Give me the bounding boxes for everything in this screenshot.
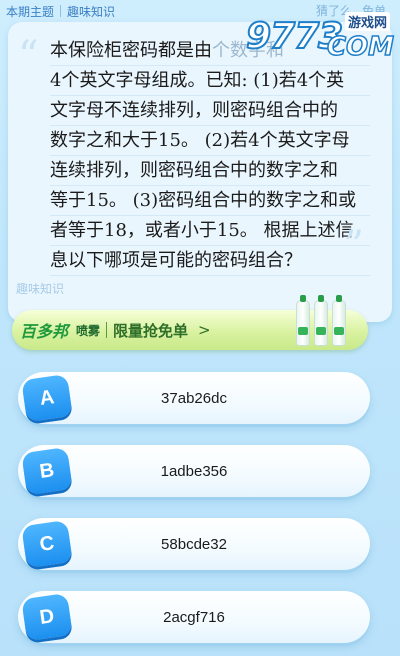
- watermark-site-name: 游戏网: [344, 12, 390, 31]
- option-b-text: 1adbe356: [160, 462, 228, 480]
- question-line: 者等于18，或者小于15。 根据上述信: [50, 216, 370, 246]
- question-line: 数字之和大于15。 (2)若4个英文字母: [50, 126, 370, 156]
- site-watermark-logo: 9773 游戏网 COM: [244, 10, 395, 64]
- option-b-badge: B: [21, 447, 73, 495]
- question-card: “ 本保险柜密码都是由个数字和 4个英文字母组成。已知: (1)若4个英 文字母…: [8, 22, 392, 322]
- card-footer-label: 趣味知识: [16, 282, 65, 296]
- option-c-badge: C: [21, 520, 73, 568]
- question-line: 4个英文字母组成。已知: (1)若4个英: [50, 66, 370, 96]
- bottle-icon: [332, 295, 346, 346]
- question-text: 本保险柜密码都是由个数字和 4个英文字母组成。已知: (1)若4个英 文字母不连…: [50, 36, 370, 276]
- ad-product-image: [296, 295, 346, 346]
- question-line: 文字母不连续排列，则密码组合中的: [50, 96, 370, 126]
- option-c-button[interactable]: C 58bcde32: [18, 518, 370, 570]
- bottle-icon: [296, 295, 310, 346]
- chevron-right-icon: >: [198, 321, 211, 339]
- ad-divider: [106, 322, 108, 338]
- watermark-com: COM: [326, 31, 395, 63]
- option-d-text: 2acgf716: [163, 608, 225, 626]
- open-quote-icon: “: [18, 33, 39, 79]
- ad-cta-text: 限量抢免单: [113, 321, 189, 340]
- option-a-badge: A: [21, 374, 73, 422]
- option-d-button[interactable]: D 2acgf716: [18, 591, 370, 643]
- close-quote-icon: ”: [343, 223, 364, 269]
- tab-current-theme[interactable]: 本期主题: [0, 3, 60, 20]
- ad-product-tag: 喷雾: [76, 323, 101, 338]
- ad-brand-logo: 百多邦: [20, 322, 69, 341]
- option-a-text: 37ab26dc: [161, 389, 227, 407]
- ad-banner[interactable]: 百多邦 喷雾 限量抢免单 >: [12, 295, 368, 350]
- option-c-text: 58bcde32: [161, 535, 227, 553]
- question-line: 连续排列，则密码组合中的数字之和: [50, 156, 370, 186]
- tab-fun-knowledge[interactable]: 趣味知识: [61, 3, 121, 20]
- option-a-button[interactable]: A 37ab26dc: [18, 372, 370, 424]
- option-d-badge: D: [21, 593, 73, 641]
- bottle-icon: [314, 295, 328, 346]
- question-line: 息以下哪项是可能的密码组合？: [50, 246, 370, 276]
- option-b-button[interactable]: B 1adbe356: [18, 445, 370, 497]
- question-line: 等于15。 (3)密码组合中的数字之和或: [50, 186, 370, 216]
